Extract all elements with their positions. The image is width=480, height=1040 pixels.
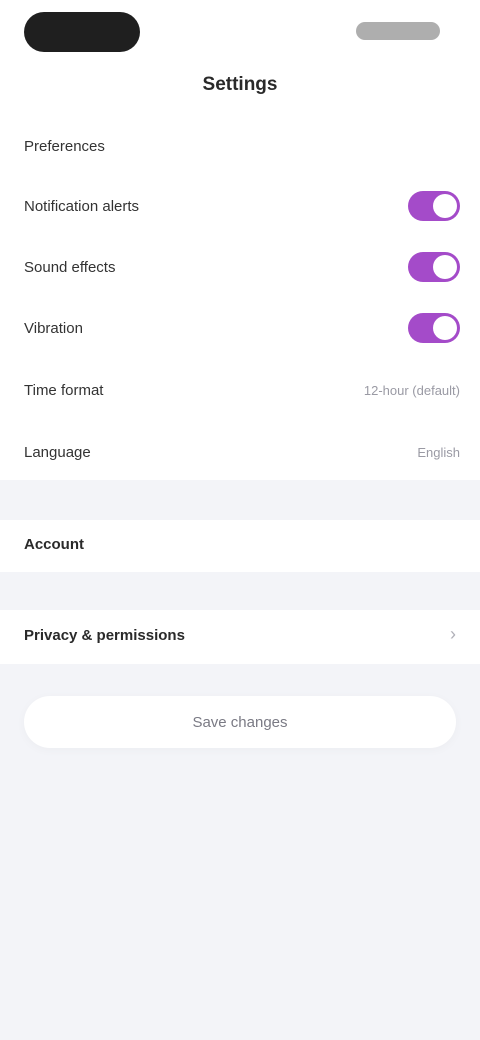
settings-group-heading: Preferences bbox=[24, 137, 105, 155]
settings-row-time-format[interactable]: Time format 12-hour (default) bbox=[24, 368, 460, 412]
settings-row-label: Notification alerts bbox=[24, 197, 140, 215]
privacy-section[interactable]: Privacy & permissions › bbox=[0, 610, 480, 664]
status-bar-left-pill bbox=[24, 12, 140, 52]
settings-row-sound[interactable]: Sound effects bbox=[24, 245, 460, 289]
time-format-value: 12-hour (default) bbox=[363, 382, 460, 398]
language-value: English bbox=[417, 444, 460, 460]
settings-row-vibration[interactable]: Vibration bbox=[24, 306, 460, 350]
chevron-right-icon: › bbox=[450, 624, 456, 644]
notifications-toggle[interactable] bbox=[408, 191, 460, 221]
settings-row-label: Time format bbox=[24, 381, 104, 399]
settings-row-label: Language bbox=[24, 443, 91, 461]
sound-toggle[interactable] bbox=[408, 252, 460, 282]
settings-group-heading-row: Preferences bbox=[24, 124, 460, 168]
settings-row-notifications[interactable]: Notification alerts bbox=[24, 184, 460, 228]
privacy-section-title: Privacy & permissions bbox=[24, 627, 185, 644]
settings-row-language[interactable]: Language English bbox=[24, 430, 460, 474]
page-title: Settings bbox=[202, 74, 278, 95]
vibration-toggle[interactable] bbox=[408, 313, 460, 343]
save-changes-button[interactable]: Save changes bbox=[24, 696, 456, 748]
status-bar-indicators bbox=[356, 22, 440, 40]
settings-row-label: Sound effects bbox=[24, 258, 116, 276]
account-section[interactable]: Account bbox=[0, 520, 480, 572]
settings-row-label: Vibration bbox=[24, 319, 83, 337]
account-section-title: Account bbox=[24, 536, 84, 553]
settings-screen: Settings Preferences Notification alerts… bbox=[0, 0, 480, 1040]
